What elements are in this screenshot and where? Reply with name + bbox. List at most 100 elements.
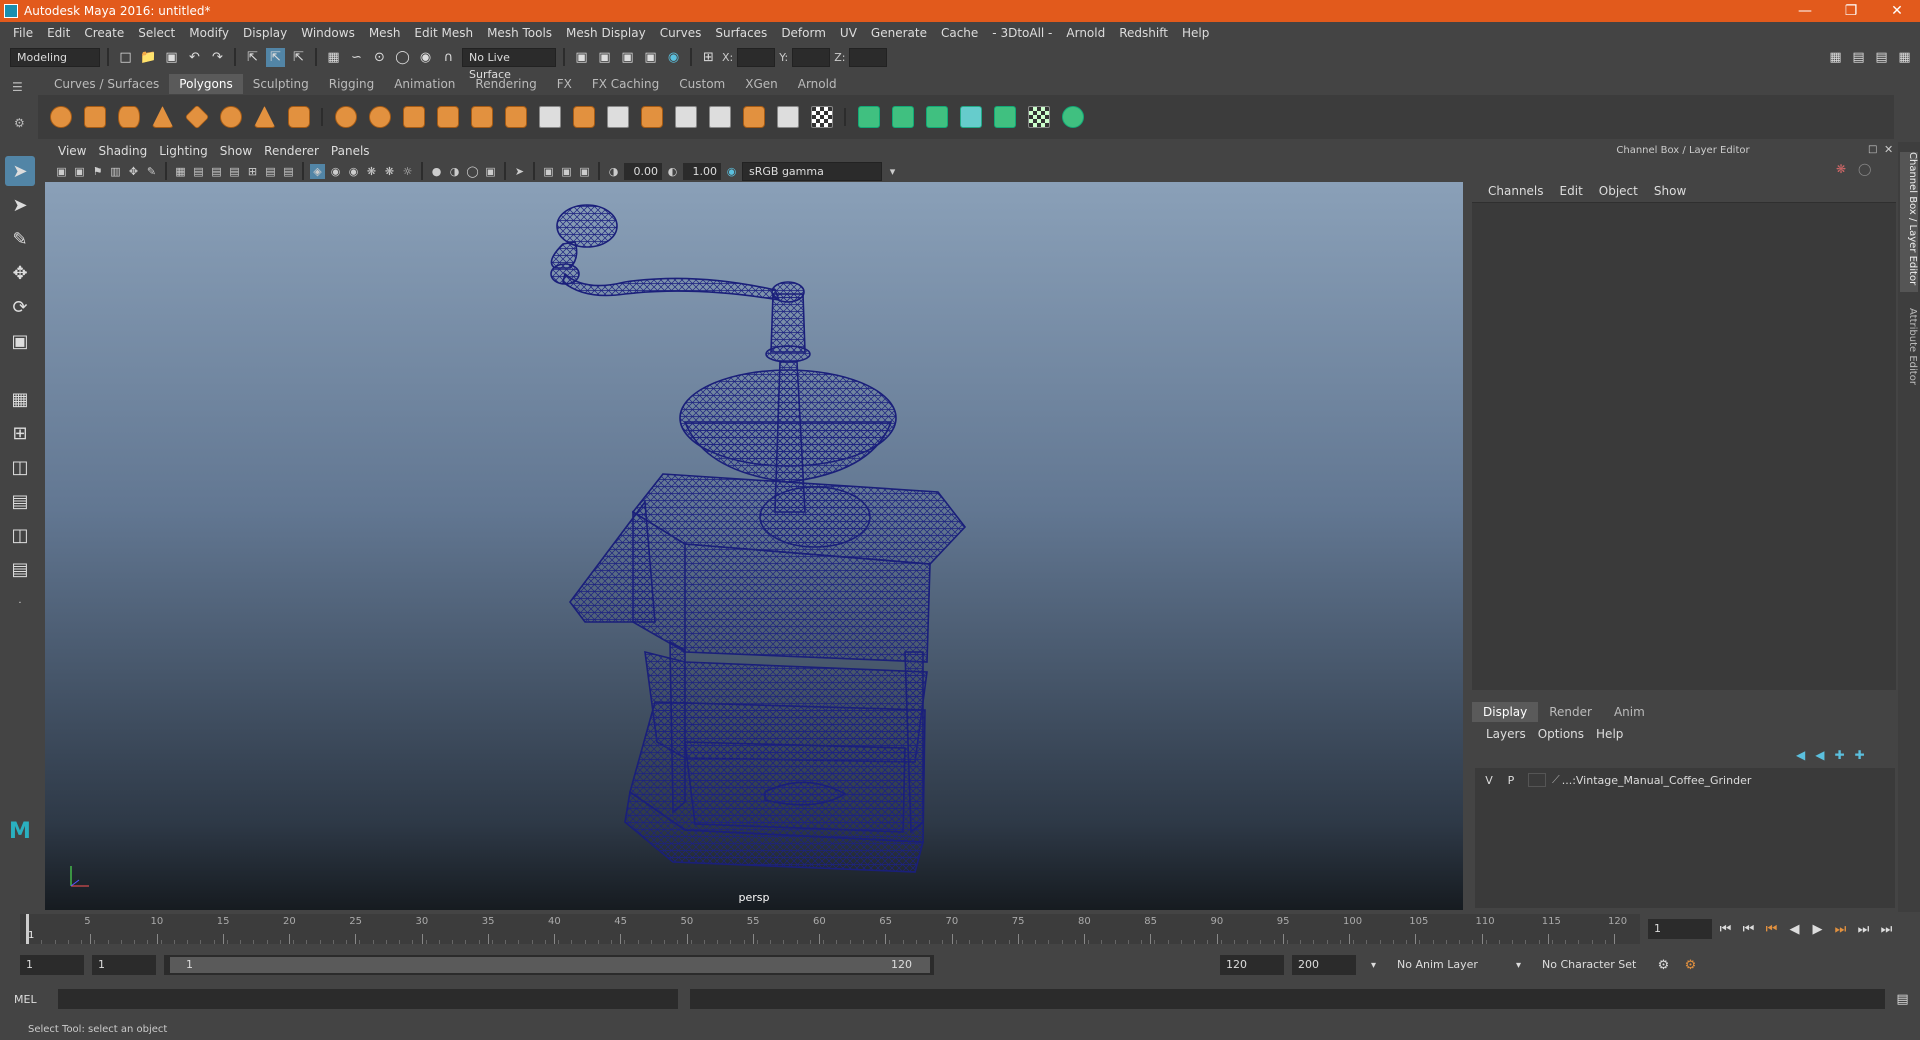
menu-display[interactable]: Display bbox=[236, 26, 294, 40]
menu-modify[interactable]: Modify bbox=[182, 26, 236, 40]
menu-uv[interactable]: UV bbox=[833, 26, 864, 40]
close-button[interactable]: ✕ bbox=[1874, 3, 1920, 19]
viewport-menu-renderer[interactable]: Renderer bbox=[258, 144, 325, 158]
hypershade-icon[interactable]: ▣ bbox=[641, 48, 660, 67]
new-layer-selected-icon[interactable]: ✚ bbox=[1855, 748, 1865, 762]
range-slider-handle[interactable]: 1 120 bbox=[170, 957, 930, 973]
anim-layer-dropdown[interactable]: No Anim Layer bbox=[1391, 955, 1501, 975]
menu-generate[interactable]: Generate bbox=[864, 26, 934, 40]
render-settings-icon[interactable]: ▣ bbox=[618, 48, 637, 67]
undo-icon[interactable]: ↶ bbox=[185, 48, 204, 67]
channel-box-menu-object[interactable]: Object bbox=[1591, 184, 1646, 198]
bookmark-icon[interactable]: ⚑ bbox=[90, 164, 105, 179]
scale-tool-icon[interactable]: ▣ bbox=[5, 326, 35, 356]
separate-icon[interactable] bbox=[365, 103, 394, 132]
menu-3dtoall[interactable]: - 3DtoAll - bbox=[985, 26, 1059, 40]
channel-box-menu-edit[interactable]: Edit bbox=[1552, 184, 1591, 198]
tab-fx[interactable]: FX bbox=[547, 74, 582, 94]
menu-cache[interactable]: Cache bbox=[934, 26, 985, 40]
snap-curve-icon[interactable]: ∽ bbox=[347, 48, 366, 67]
snap-grid-icon[interactable]: ▦ bbox=[324, 48, 343, 67]
layer-visibility-toggle[interactable]: V bbox=[1478, 774, 1500, 787]
combine-icon[interactable] bbox=[331, 103, 360, 132]
live-surface-field[interactable]: No Live Surface bbox=[462, 47, 556, 81]
select-object-icon[interactable]: ⇱ bbox=[266, 47, 285, 67]
xray-joints-icon[interactable]: ▣ bbox=[541, 164, 556, 179]
poly-cube-icon[interactable] bbox=[80, 103, 109, 132]
insert-edge-loop-icon[interactable] bbox=[705, 103, 734, 132]
gamma-icon[interactable]: ◐ bbox=[665, 164, 680, 179]
mirror-icon[interactable] bbox=[399, 103, 428, 132]
uv-cylindrical-icon[interactable] bbox=[888, 103, 917, 132]
select-hierarchy-icon[interactable]: ⇱ bbox=[243, 48, 262, 67]
poly-cylinder-icon[interactable] bbox=[114, 103, 143, 132]
play-forward-icon[interactable]: ▶ bbox=[1808, 920, 1827, 939]
uv-layout-icon[interactable] bbox=[1024, 103, 1053, 132]
go-to-end-icon[interactable]: ⏭ bbox=[1877, 920, 1896, 939]
xray-active-icon[interactable]: ▣ bbox=[559, 164, 574, 179]
layer-playback-toggle[interactable]: P bbox=[1500, 774, 1522, 787]
menu-surfaces[interactable]: Surfaces bbox=[708, 26, 774, 40]
magnet-icon[interactable]: ∩ bbox=[439, 48, 458, 67]
step-back-frame-icon[interactable]: ⏮ bbox=[1739, 920, 1758, 939]
layer-color-swatch[interactable] bbox=[1528, 773, 1546, 787]
fill-hole-icon[interactable] bbox=[671, 103, 700, 132]
bridge-icon[interactable] bbox=[603, 103, 632, 132]
tab-display[interactable]: Display bbox=[1472, 702, 1539, 722]
camera-select-icon[interactable]: ▣ bbox=[54, 164, 69, 179]
viewport-menu-view[interactable]: View bbox=[52, 144, 92, 158]
wireframe-icon[interactable]: ◈ bbox=[310, 163, 325, 179]
gamma-field[interactable]: 1.00 bbox=[683, 162, 721, 180]
menu-mesh-tools[interactable]: Mesh Tools bbox=[480, 26, 559, 40]
side-tab-channel-box[interactable]: Channel Box / Layer Editor bbox=[1900, 152, 1918, 292]
layer-row[interactable]: V P ⟋ ...:Vintage_Manual_Coffee_Grinder bbox=[1478, 771, 1890, 789]
tool-settings-toggle-icon[interactable]: ▤ bbox=[1872, 48, 1891, 67]
menu-select[interactable]: Select bbox=[131, 26, 182, 40]
tab-rigging[interactable]: Rigging bbox=[319, 74, 384, 94]
safe-title-icon[interactable]: ▤ bbox=[281, 164, 296, 179]
layer-menu-layers[interactable]: Layers bbox=[1480, 727, 1532, 741]
menu-file[interactable]: File bbox=[6, 26, 40, 40]
layer-menu-help[interactable]: Help bbox=[1590, 727, 1629, 741]
grease-pencil-icon[interactable]: ✎ bbox=[144, 164, 159, 179]
time-slider[interactable]: 1 5 10 15 20 25 30 35 40 45 50 55 60 65 70 75 80 85 90 95 1… bbox=[20, 914, 1640, 944]
channel-box-menu-channels[interactable]: Channels bbox=[1480, 184, 1552, 198]
restore-button[interactable]: ❐ bbox=[1828, 3, 1874, 19]
new-empty-layer-icon[interactable]: ✚ bbox=[1834, 748, 1844, 762]
uv-spherical-icon[interactable] bbox=[922, 103, 951, 132]
attribute-editor-toggle-icon[interactable]: ▤ bbox=[1849, 48, 1868, 67]
lights-icon[interactable]: ☼ bbox=[400, 164, 415, 179]
go-to-start-icon[interactable]: ⏮ bbox=[1716, 920, 1735, 939]
snap-view-plane-icon[interactable]: ◯ bbox=[393, 48, 412, 67]
ipr-render-icon[interactable]: ▣ bbox=[595, 48, 614, 67]
viewport-menu-panels[interactable]: Panels bbox=[325, 144, 376, 158]
outliner-layout-icon[interactable]: ▤ bbox=[5, 554, 35, 584]
range-slider[interactable]: 1 120 bbox=[164, 955, 934, 975]
menu-edit[interactable]: Edit bbox=[40, 26, 77, 40]
current-frame-field[interactable]: 1 bbox=[1648, 919, 1712, 939]
preferences-icon[interactable]: ⚙ bbox=[1681, 956, 1700, 975]
uv-planar-icon[interactable] bbox=[854, 103, 883, 132]
shelf-menu-icon[interactable]: ☰ bbox=[12, 80, 23, 94]
rotate-tool-icon[interactable]: ⟳ bbox=[5, 292, 35, 322]
perspective-viewport[interactable]: persp bbox=[45, 182, 1463, 910]
depth-of-field-icon[interactable]: ▣ bbox=[483, 164, 498, 179]
merge-icon[interactable] bbox=[739, 103, 768, 132]
tab-anim[interactable]: Anim bbox=[1603, 702, 1656, 722]
script-editor-icon[interactable]: ▤ bbox=[1893, 990, 1912, 1009]
move-tool-icon[interactable]: ✥ bbox=[5, 258, 35, 288]
chevron-down-icon[interactable]: ▾ bbox=[1364, 956, 1383, 975]
play-backward-icon[interactable]: ◀ bbox=[1785, 920, 1804, 939]
target-weld-icon[interactable] bbox=[773, 103, 802, 132]
move-layer-up-icon[interactable]: ◀ bbox=[1796, 748, 1805, 762]
playback-start-field[interactable]: 1 bbox=[92, 955, 156, 975]
tab-sculpting[interactable]: Sculpting bbox=[243, 74, 319, 94]
uv-unfold-icon[interactable] bbox=[990, 103, 1019, 132]
anti-aliasing-icon[interactable]: ◯ bbox=[465, 164, 480, 179]
textured-icon[interactable]: ❋ bbox=[382, 164, 397, 179]
tab-animation[interactable]: Animation bbox=[384, 74, 465, 94]
lasso-tool-icon[interactable]: ➤ bbox=[5, 190, 35, 220]
select-component-icon[interactable]: ⇱ bbox=[289, 48, 308, 67]
single-perspective-layout-icon[interactable]: ▦ bbox=[5, 384, 35, 414]
z-field[interactable] bbox=[849, 47, 888, 67]
